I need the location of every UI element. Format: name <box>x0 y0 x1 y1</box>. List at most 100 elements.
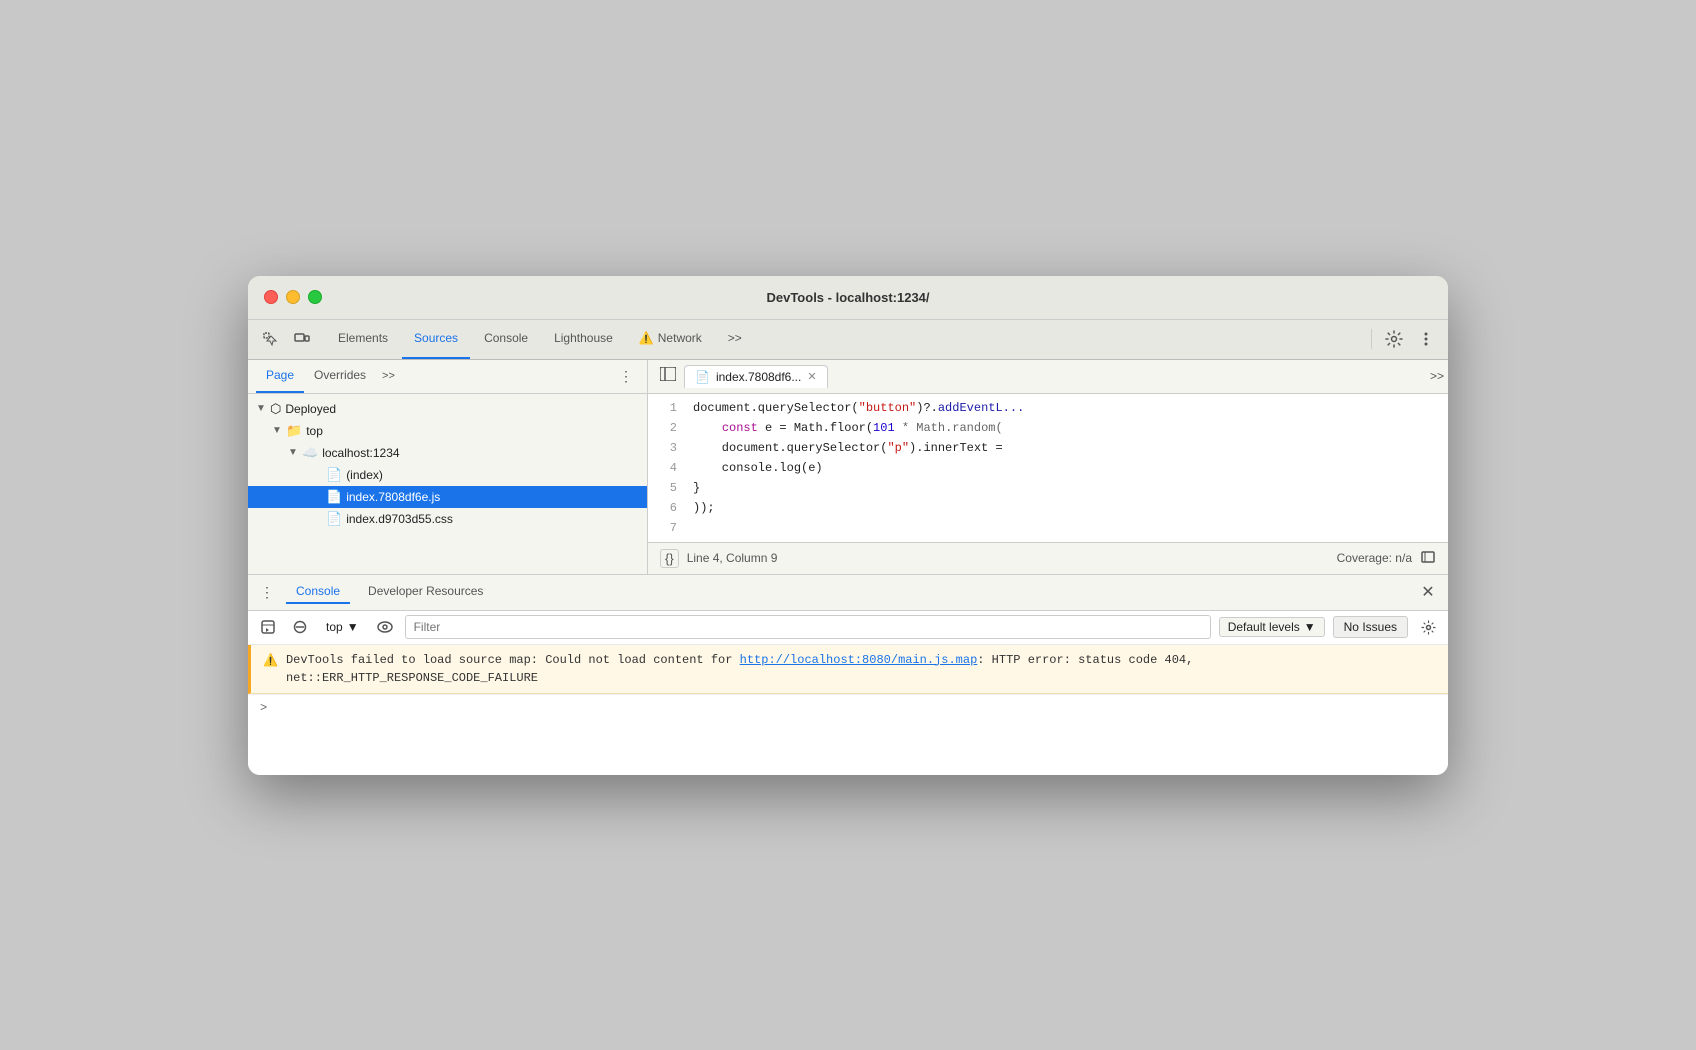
execute-btn[interactable] <box>256 615 280 639</box>
line-content-2: const e = Math.floor(101 * Math.random( <box>693 418 1448 438</box>
cloud-icon: ☁️ <box>302 445 318 461</box>
tree-label-index-css: index.d9703d55.css <box>346 512 453 526</box>
tab-sources[interactable]: Sources <box>402 320 470 359</box>
panel-tab-page[interactable]: Page <box>256 360 304 393</box>
tree-label-deployed: Deployed <box>285 402 336 416</box>
tab-console[interactable]: Console <box>472 320 540 359</box>
folder-icon: 📁 <box>286 423 302 439</box>
no-issues-button[interactable]: No Issues <box>1333 616 1408 638</box>
tree-label-localhost: localhost:1234 <box>322 446 399 460</box>
console-tab-dev-resources[interactable]: Developer Resources <box>358 580 493 604</box>
tree-arrow-localhost: ▼ <box>288 447 300 458</box>
code-line-6: 6 )); <box>648 498 1448 518</box>
code-line-3: 3 document.querySelector("p").innerText … <box>648 438 1448 458</box>
line-num-3: 3 <box>648 438 693 458</box>
right-panel: 📄 index.7808df6... ✕ >> 1 document.query… <box>648 360 1448 574</box>
line-content-3: document.querySelector("p").innerText = <box>693 438 1448 458</box>
line-num-7: 7 <box>648 518 693 538</box>
panel-tab-more[interactable]: >> <box>376 366 401 386</box>
tree-item-index-css[interactable]: 📄 index.d9703d55.css <box>248 508 647 530</box>
main-content: Page Overrides >> ⋮ ▼ ⬡ Deployed <box>248 360 1448 575</box>
cursor-icon[interactable] <box>256 325 284 353</box>
line-content-4: console.log(e) <box>693 458 1448 478</box>
tree-arrow-deployed: ▼ <box>256 403 268 414</box>
context-label: top <box>326 620 343 634</box>
network-warn-icon: ⚠️ <box>639 331 654 345</box>
tree-item-deployed[interactable]: ▼ ⬡ Deployed <box>248 398 647 420</box>
console-messages: ⚠️ DevTools failed to load source map: C… <box>248 645 1448 775</box>
js-file-icon: 📄 <box>326 489 342 505</box>
clear-console-btn[interactable] <box>288 615 312 639</box>
console-toolbar: top ▼ Default levels ▼ No Issues <box>248 611 1448 645</box>
console-warning-text: DevTools failed to load source map: Coul… <box>286 651 1436 687</box>
status-bar-left: {} Line 4, Column 9 <box>660 549 777 568</box>
sidebar-toggle-icon[interactable] <box>652 363 684 390</box>
console-header-menu[interactable]: ⋮ <box>256 582 278 603</box>
console-tab-console[interactable]: Console <box>286 580 350 604</box>
eye-filter-btn[interactable] <box>373 615 397 639</box>
line-num-4: 4 <box>648 458 693 478</box>
default-levels-label: Default levels <box>1228 620 1300 634</box>
editor-tab-index-js[interactable]: 📄 index.7808df6... ✕ <box>684 365 828 388</box>
default-levels-arrow: ▼ <box>1304 620 1316 634</box>
default-levels-dropdown[interactable]: Default levels ▼ <box>1219 617 1325 637</box>
console-settings-icon[interactable] <box>1416 615 1440 639</box>
console-warning-row: ⚠️ DevTools failed to load source map: C… <box>248 645 1448 694</box>
status-position: Line 4, Column 9 <box>687 551 778 565</box>
tree-item-localhost[interactable]: ▼ ☁️ localhost:1234 <box>248 442 647 464</box>
file-tree: ▼ ⬡ Deployed ▼ 📁 top ▼ ☁️ localhost:1234 <box>248 394 647 574</box>
console-filter-input[interactable] <box>405 615 1211 639</box>
console-panel: ⋮ Console Developer Resources ✕ <box>248 575 1448 775</box>
window-title: DevTools - localhost:1234/ <box>766 290 929 305</box>
context-dropdown-arrow: ▼ <box>347 620 359 634</box>
traffic-lights <box>264 290 322 304</box>
tab-network[interactable]: ⚠️ Network <box>627 320 714 359</box>
tree-label-index-js: index.7808df6e.js <box>346 490 440 504</box>
tree-item-top[interactable]: ▼ 📁 top <box>248 420 647 442</box>
line-content-6: )); <box>693 498 1448 518</box>
pretty-print-icon[interactable]: {} <box>660 549 679 568</box>
css-file-icon: 📄 <box>326 511 342 527</box>
line-content-5: } <box>693 478 1448 498</box>
coverage-icon[interactable] <box>1420 549 1436 568</box>
panel-tab-overrides[interactable]: Overrides <box>304 360 376 393</box>
tree-label-index-html: (index) <box>346 468 383 482</box>
code-line-4: 4 console.log(e) <box>648 458 1448 478</box>
close-button[interactable] <box>264 290 278 304</box>
devtools-tabs-bar: Elements Sources Console Lighthouse ⚠️ N… <box>248 320 1448 360</box>
console-error-link[interactable]: http://localhost:8080/main.js.map <box>740 653 978 667</box>
minimize-button[interactable] <box>286 290 300 304</box>
line-content-1: document.querySelector("button")?.addEve… <box>693 398 1448 418</box>
code-editor[interactable]: 1 document.querySelector("button")?.addE… <box>648 394 1448 542</box>
maximize-button[interactable] <box>308 290 322 304</box>
editor-tab-close-icon[interactable]: ✕ <box>807 370 816 383</box>
devtools-window: DevTools - localhost:1234/ Elements Sour… <box>248 276 1448 775</box>
editor-tab-icon: 📄 <box>695 370 710 384</box>
coverage-label: Coverage: n/a <box>1337 551 1412 565</box>
editor-tab-nav[interactable]: >> <box>1430 369 1444 383</box>
tree-item-index-js[interactable]: 📄 index.7808df6e.js <box>248 486 647 508</box>
panel-tabs: Page Overrides >> ⋮ <box>248 360 647 394</box>
code-line-7: 7 <box>648 518 1448 538</box>
tab-lighthouse[interactable]: Lighthouse <box>542 320 625 359</box>
settings-icon[interactable] <box>1380 325 1408 353</box>
console-prompt: > <box>248 694 1448 721</box>
more-options-icon[interactable] <box>1412 325 1440 353</box>
cube-icon: ⬡ <box>270 401 281 417</box>
line-num-1: 1 <box>648 398 693 418</box>
code-line-1: 1 document.querySelector("button")?.addE… <box>648 398 1448 418</box>
warning-icon: ⚠️ <box>263 652 278 670</box>
code-line-2: 2 const e = Math.floor(101 * Math.random… <box>648 418 1448 438</box>
code-line-5: 5 } <box>648 478 1448 498</box>
tab-more[interactable]: >> <box>716 320 754 359</box>
tree-item-index-html[interactable]: 📄 (index) <box>248 464 647 486</box>
tab-elements[interactable]: Elements <box>326 320 400 359</box>
panel-more-options[interactable]: ⋮ <box>613 366 639 387</box>
line-num-2: 2 <box>648 418 693 438</box>
tab-icons <box>256 325 316 353</box>
device-toggle-icon[interactable] <box>288 325 316 353</box>
console-close-button[interactable]: ✕ <box>1416 580 1440 604</box>
context-selector[interactable]: top ▼ <box>320 618 365 636</box>
editor-status-bar: {} Line 4, Column 9 Coverage: n/a <box>648 542 1448 574</box>
tree-arrow-top: ▼ <box>272 425 284 436</box>
